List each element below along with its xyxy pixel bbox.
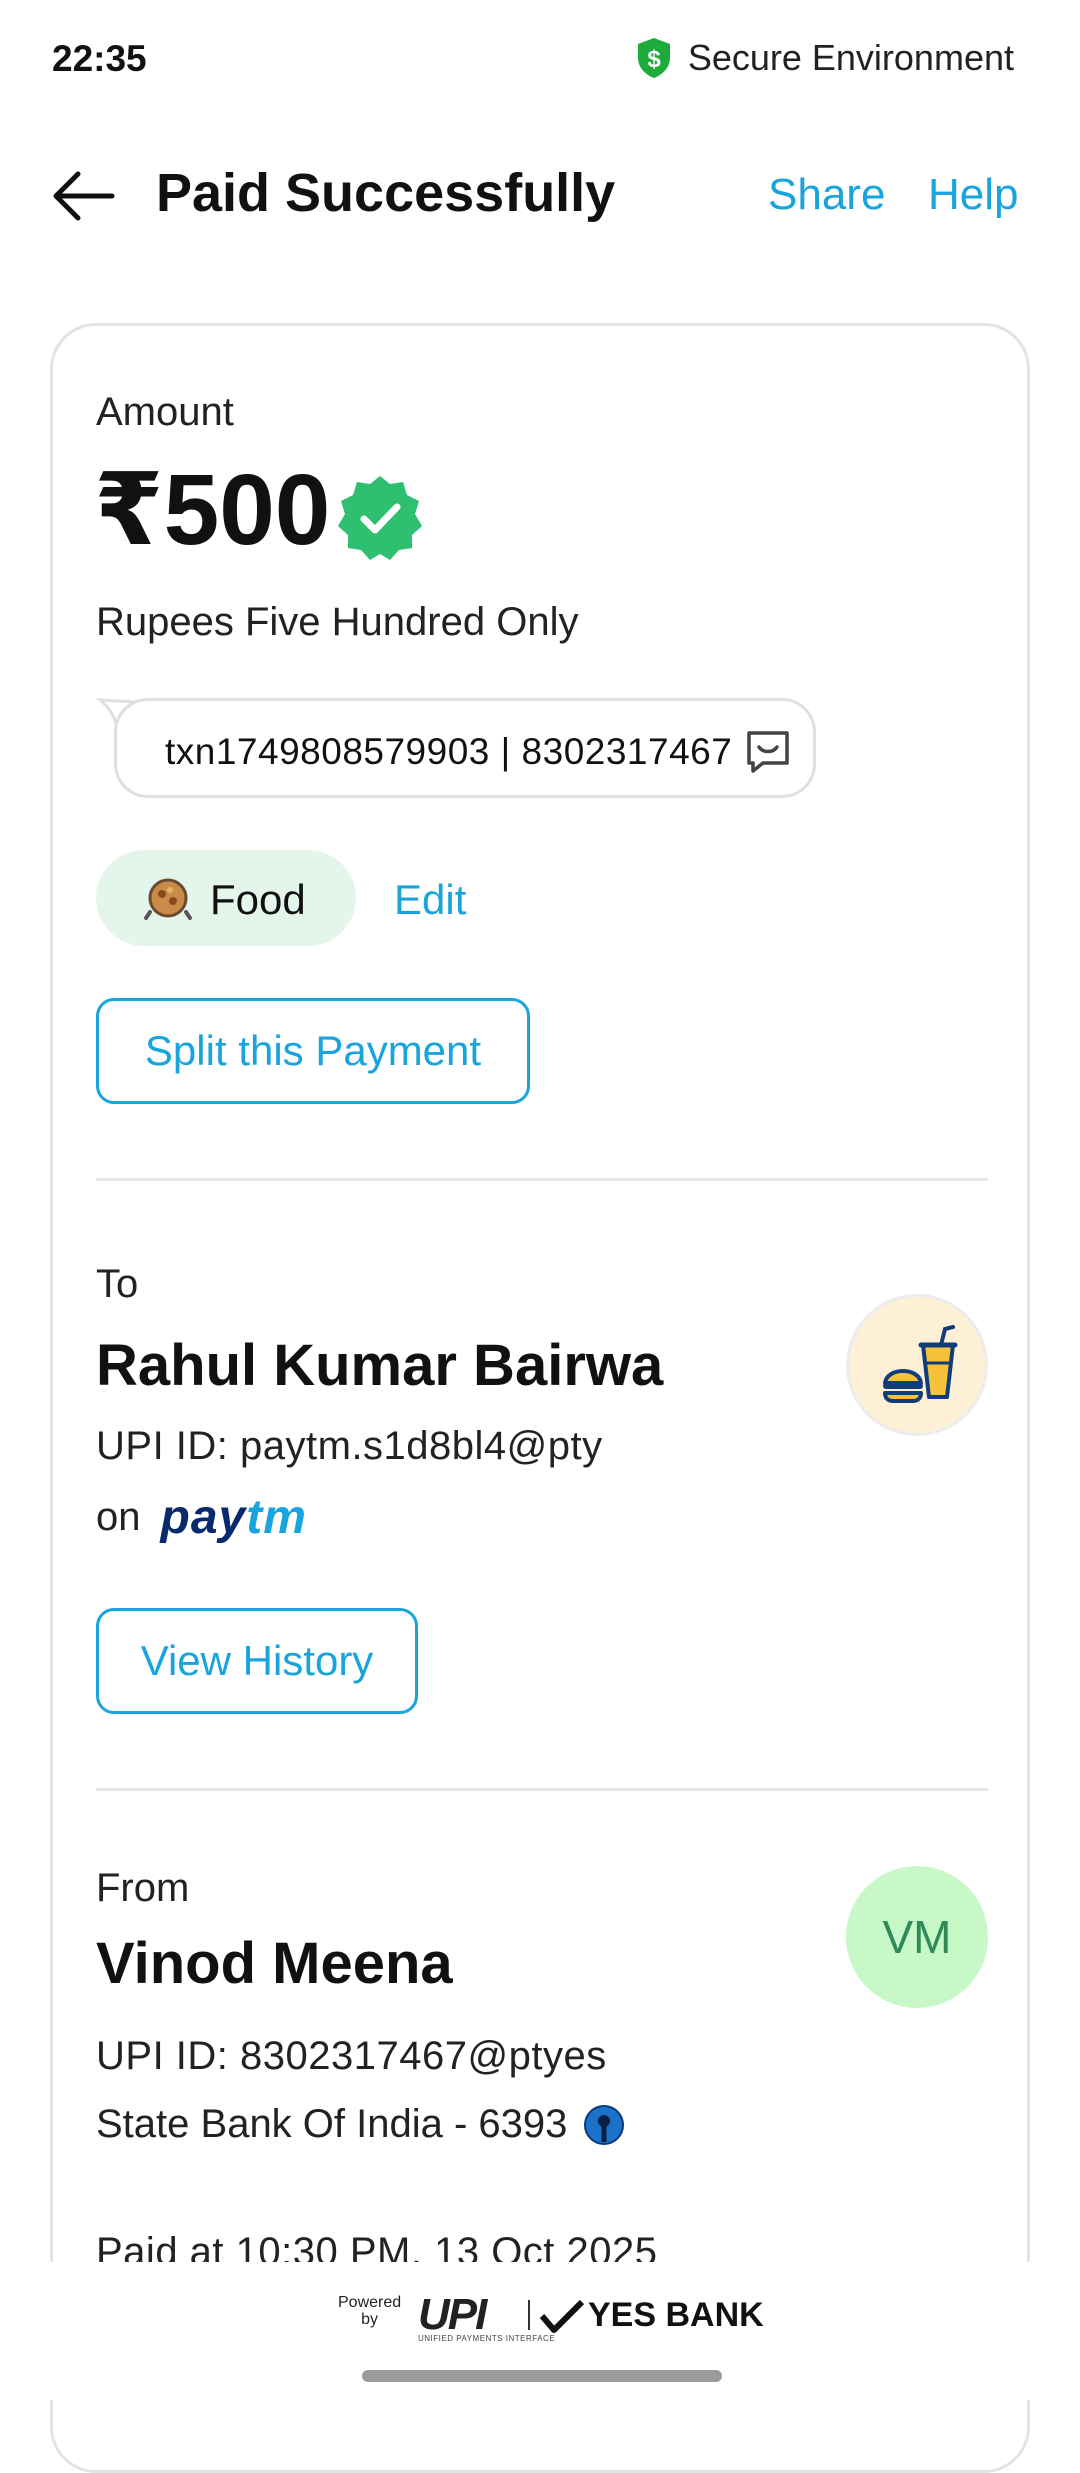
category-label: Food [210,876,306,923]
paytm-logo-pay: pay [160,1491,247,1544]
status-time: 22:35 [52,38,147,79]
page-title: Paid Successfully [156,163,616,223]
payee-app-row: on paytm [96,1490,307,1545]
upi-logo-subtitle: UNIFIED PAYMENTS INTERFACE [418,2334,556,2343]
view-history-button[interactable]: View History [96,1608,418,1714]
amount-label: Amount [96,390,234,434]
header: Paid Successfully Share Help [0,140,1080,250]
payer-avatar: VM [846,1866,988,2008]
food-merchant-icon [883,1325,958,1403]
yes-bank-logo: YES BANK [540,2296,764,2335]
split-payment-button[interactable]: Split this Payment [96,998,530,1104]
category-chip[interactable]: Food [96,850,356,946]
yes-bank-label: YES BANK [588,2296,764,2334]
shield-dollar-icon: $ [637,38,670,78]
status-bar: 22:35 $ Secure Environment [0,0,1080,120]
payee-upi-id: UPI ID: paytm.s1d8bl4@pty [96,1424,603,1468]
amount-value: ₹500 [94,454,331,566]
footer-branding: Powered by UPI UNIFIED PAYMENTS INTERFAC… [0,2288,1080,2348]
message-icon[interactable] [743,727,793,777]
sbi-logo-icon [584,2104,625,2145]
payer-bank: State Bank Of India - 6393 [96,2102,568,2146]
divider [96,1788,988,1791]
powered-by-line1: Powered [338,2294,402,2311]
yes-bank-check-icon [540,2299,584,2333]
home-indicator[interactable] [362,2370,722,2382]
to-label: To [96,1262,139,1306]
payer-bank-row: State Bank Of India - 6393 [96,2102,625,2147]
secure-environment-label: Secure Environment [687,37,1014,78]
secure-environment-indicator: $ Secure Environment [634,36,1014,80]
transaction-message-bubble[interactable]: txn1749808579903 | 8302317467 [96,698,820,800]
svg-text:$: $ [647,46,661,73]
on-label: on [96,1495,141,1539]
verified-badge-icon [338,476,422,560]
help-link[interactable]: Help [928,170,1019,220]
footer-separator [528,2300,530,2330]
transaction-bubble-body: txn1749808579903 | 8302317467 [114,698,816,798]
divider [96,1178,988,1181]
upi-logo: UPI [418,2290,487,2339]
payee-name: Rahul Kumar Bairwa [96,1333,664,1398]
paytm-logo-tm: tm [246,1491,307,1544]
share-link[interactable]: Share [768,170,885,220]
food-pan-icon [144,878,192,920]
payee-avatar [846,1294,988,1436]
payer-name: Vinod Meena [96,1931,453,1996]
powered-by-label: Powered by [338,2294,401,2328]
transaction-reference: txn1749808579903 | 8302317467 [165,731,733,772]
paytm-logo: paytm [161,1490,307,1545]
payer-upi-id: UPI ID: 8302317467@ptyes [96,2034,607,2078]
amount-in-words: Rupees Five Hundred Only [96,600,579,644]
edit-category-link[interactable]: Edit [394,876,466,924]
from-label: From [96,1866,190,1910]
powered-by-line2: by [361,2311,379,2328]
back-arrow-icon[interactable] [50,166,116,226]
